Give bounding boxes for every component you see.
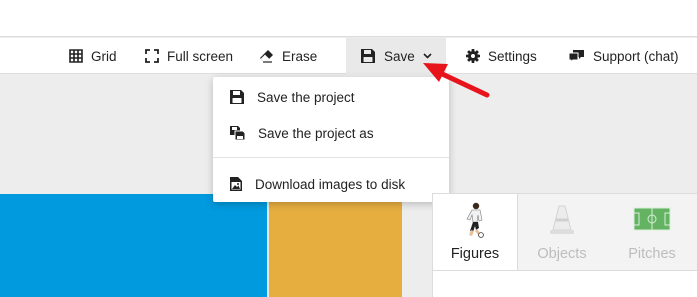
tab-label: Objects	[537, 246, 587, 262]
cone-icon	[550, 205, 574, 234]
tab-pitches[interactable]: Pitches	[606, 194, 697, 270]
player-figure-icon	[466, 202, 484, 238]
tab-label: Pitches	[628, 246, 676, 262]
library-content	[433, 270, 697, 297]
tab-objects[interactable]: Objects	[518, 194, 606, 270]
tab-figures[interactable]: Figures	[433, 194, 518, 270]
pitch-icon	[633, 207, 671, 231]
tab-label: Figures	[450, 246, 500, 262]
library-panel: Figures Objects Pitches	[432, 193, 697, 297]
